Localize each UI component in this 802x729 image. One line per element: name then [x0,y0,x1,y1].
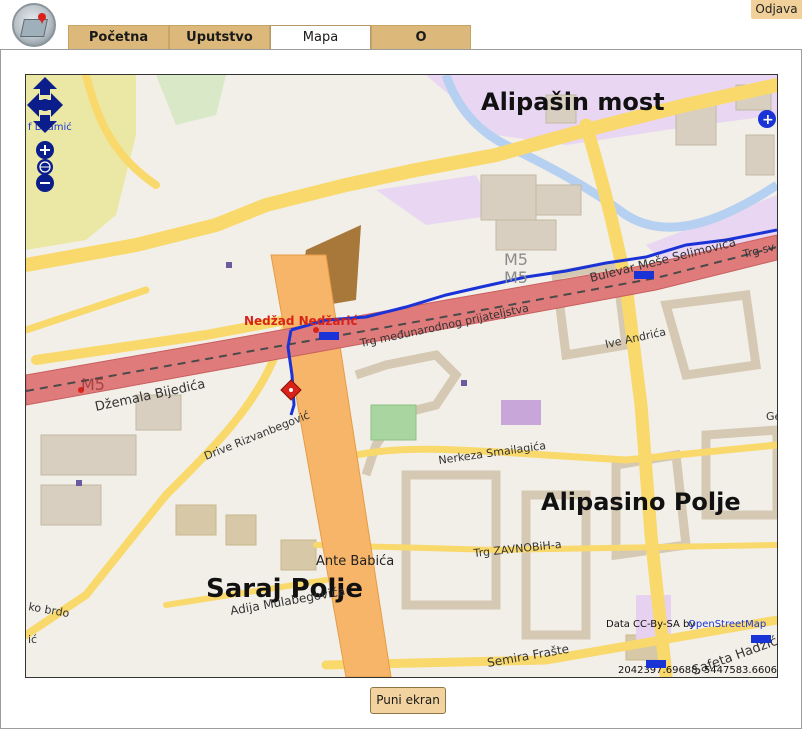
label-ic: ić [28,633,37,646]
map-coordinates: 2042397.69688, 5447583.66061 [618,665,777,676]
tab-mapa[interactable]: Mapa [270,25,371,51]
tab-o[interactable]: O [371,25,471,49]
label-m5-b: M5 [504,250,528,269]
poi-square [226,262,232,268]
tab-uputstvo[interactable]: Uputstvo [169,25,270,49]
top-bar: Odjava Početna Uputstvo Mapa O [0,0,802,51]
label-m5-c: M5 [504,268,528,287]
info-plus-icon[interactable]: + [758,110,776,128]
poi-square-2 [76,480,82,486]
logo-pin-icon [38,13,46,24]
svg-text:+: + [762,112,774,128]
pan-arrows[interactable] [27,77,63,133]
map-viewport[interactable]: Alipašin most Alipasino Polje Saraj Polj… [25,74,778,678]
label-alipasino-polje: Alipasino Polje [541,488,741,516]
lilac-building [501,400,541,425]
tab-pocetna[interactable]: Početna [68,25,169,49]
logout-button[interactable]: Odjava [751,0,802,19]
fullscreen-button[interactable]: Puni ekran [370,687,446,714]
globe-icon[interactable] [37,159,53,175]
map-nav-control [27,77,63,192]
label-ge: Ge [766,410,777,423]
zoom-in-icon[interactable] [36,141,54,159]
zoom-out-icon[interactable] [36,174,54,192]
map-canvas[interactable]: Alipašin most Alipasino Polje Saraj Polj… [26,75,777,677]
poi-square-3 [461,380,467,386]
route-label: Nedžad Nedžarić [244,314,358,328]
app-logo [12,3,56,47]
label-ante-babica: Ante Babića [316,554,394,569]
map-attribution: Data CC-By-SA by [606,619,695,630]
label-m5-a: M5 [81,375,105,394]
label-alipasin-most: Alipašin most [481,88,665,116]
park-square [370,404,417,441]
map-attribution-link: OpenStreetMap [688,619,766,630]
